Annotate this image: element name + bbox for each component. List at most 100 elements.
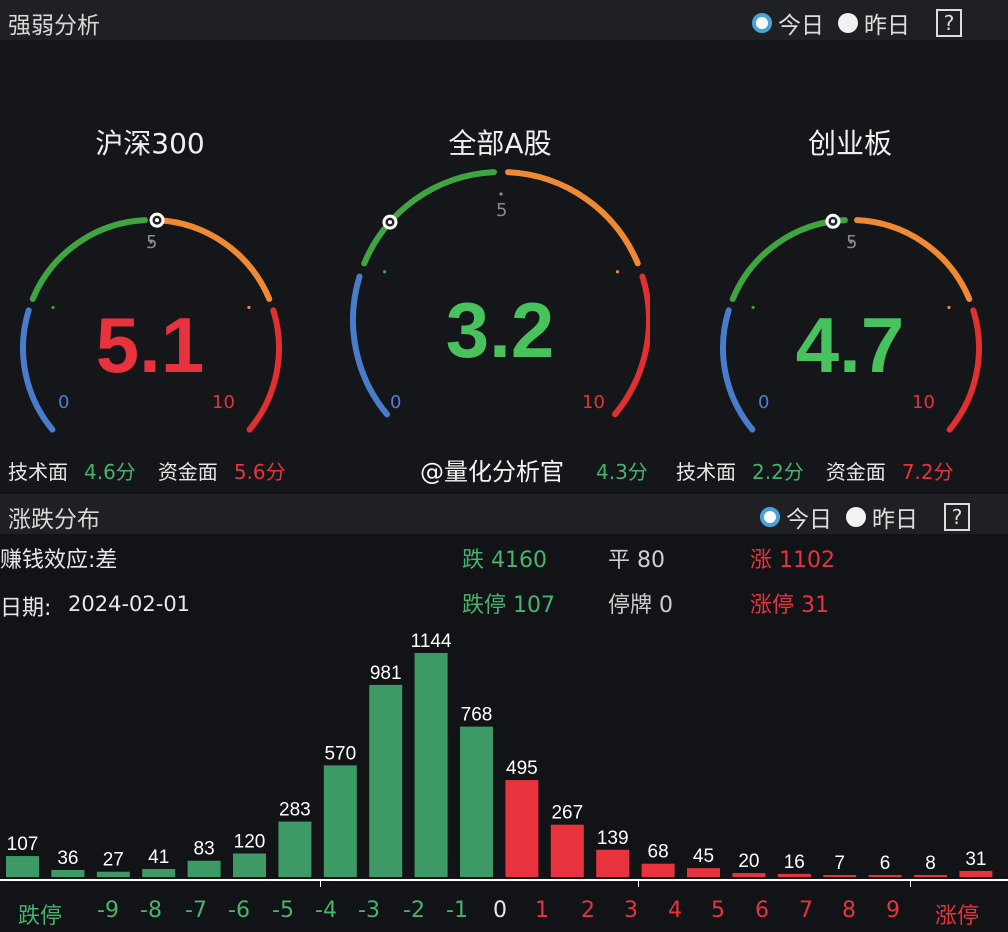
gauge-arc-green	[29, 217, 148, 303]
down-count: 跌 4160	[462, 548, 547, 573]
strength-period-selector: 今日 昨日 ?	[738, 6, 962, 40]
strength-title: 强弱分析	[8, 13, 100, 39]
hs300-scores: 技术面 4.6分 资金面 5.6分	[8, 456, 302, 485]
distribution-bar	[233, 853, 266, 877]
today-radio-label[interactable]: 今日	[786, 500, 832, 534]
distribution-bar	[959, 870, 993, 877]
distribution-bar	[278, 821, 312, 877]
x-axis-tick	[320, 879, 321, 887]
gauge-max-label: 10	[912, 392, 935, 413]
gauge-arc-orange	[504, 169, 641, 267]
tech-score: 2.2分	[752, 460, 804, 484]
distribution-period-selector: 今日 昨日 ?	[746, 500, 970, 534]
gauge-value: 5.1	[95, 301, 205, 389]
halted-count: 停牌 0	[608, 593, 673, 618]
distribution-bar	[414, 653, 448, 877]
all-a-scores: 4.3分	[596, 456, 664, 485]
fund-label: 资金面	[157, 460, 218, 484]
gauge-pointer-dot	[155, 218, 160, 223]
distribution-bar	[6, 856, 39, 877]
distribution-bar	[323, 765, 357, 877]
date-value: 2024-02-01	[68, 592, 191, 616]
help-icon[interactable]: ?	[936, 9, 962, 37]
limit-down-count: 跌停 107	[462, 593, 555, 618]
fund-score: 4.3分	[596, 460, 648, 484]
gauge-pointer-dot	[830, 219, 835, 224]
distribution-bar	[732, 873, 766, 877]
money-effect: 赚钱效应:差	[0, 548, 118, 573]
fund-score: 5.6分	[233, 460, 286, 484]
fund-score: 7.2分	[901, 460, 954, 484]
tech-score: 4.6分	[84, 460, 136, 484]
gauge-mid-label: 5	[146, 232, 158, 253]
distribution-bar	[187, 860, 221, 877]
distribution-bar	[823, 875, 857, 877]
distribution-bar	[460, 726, 493, 877]
gauge-max-label: 10	[582, 392, 605, 413]
bar-value-label: 16	[784, 852, 805, 873]
bar-value-label: 8	[925, 853, 936, 874]
yesterday-radio-label[interactable]: 昨日	[872, 500, 918, 534]
bar-value-label: 768	[461, 705, 493, 726]
fund-label: 资金面	[825, 460, 886, 484]
bar-value-label: 495	[506, 758, 538, 779]
gauge-tick-dot	[499, 192, 503, 196]
bar-value-label: 68	[648, 842, 669, 863]
flat-count: 平 80	[608, 548, 665, 573]
limit-up-count: 涨停 31	[750, 593, 829, 618]
yesterday-radio[interactable]	[846, 507, 866, 527]
gauge-tick-dot	[382, 270, 387, 274]
bar-value-label: 7	[834, 853, 845, 874]
distribution-bar	[51, 869, 85, 877]
gauge-min-label: 0	[58, 392, 70, 413]
gauge-pointer-dot	[387, 220, 392, 225]
gauge-min-label: 0	[758, 392, 770, 413]
gauge-arc-orange	[154, 217, 273, 303]
distribution-bar	[96, 871, 130, 877]
x-axis-label: 涨停	[934, 904, 979, 929]
distribution-bar	[868, 875, 902, 877]
x-axis	[0, 879, 1008, 881]
bar-value-label: 1144	[411, 631, 452, 652]
bar-value-label: 41	[148, 847, 169, 868]
today-radio[interactable]	[752, 13, 772, 33]
distribution-bar	[142, 868, 176, 877]
bar-value-label: 981	[370, 663, 402, 684]
distribution-bar	[505, 780, 539, 877]
x-axis-tick	[638, 879, 639, 887]
gauge-chinext: 创业板 4.7 5 0 10	[700, 110, 1000, 440]
bar-value-label: 27	[103, 850, 124, 871]
chinext-scores: 技术面 2.2分 资金面 7.2分	[676, 456, 970, 485]
today-radio[interactable]	[760, 507, 780, 527]
bar-value-label: 120	[234, 832, 266, 853]
distribution-bar	[687, 868, 720, 877]
tech-label: 技术面	[8, 460, 68, 484]
distribution-bar	[641, 863, 675, 877]
distribution-bar	[369, 684, 403, 877]
distribution-bar	[914, 875, 947, 877]
yesterday-radio-label[interactable]: 昨日	[864, 6, 910, 40]
bar-value-label: 267	[551, 803, 583, 824]
bar-value-label: 83	[194, 839, 215, 860]
bar-value-label: 139	[597, 828, 629, 849]
gauge-arc-green	[361, 169, 498, 267]
bar-value-label: 107	[7, 834, 39, 855]
gauge-all-a: 全部A股 3.2 5 0 10	[350, 110, 650, 440]
today-radio-label[interactable]: 今日	[778, 6, 824, 40]
x-axis-tick	[910, 879, 911, 887]
distribution-title: 涨跌分布	[8, 507, 100, 533]
watermark: @量化分析官	[420, 458, 564, 486]
bar-value-label: 36	[57, 848, 78, 869]
yesterday-radio[interactable]	[838, 13, 858, 33]
distribution-bar	[596, 849, 630, 877]
gauge-arc-green	[729, 217, 848, 303]
distribution-header: 涨跌分布 今日 昨日 ?	[0, 494, 1008, 534]
gauge-dial	[350, 169, 650, 418]
gauge-max-label: 10	[212, 392, 235, 413]
up-count: 涨 1102	[750, 548, 835, 573]
distribution-bar	[777, 873, 811, 877]
gauge-min-label: 0	[390, 392, 402, 413]
gauge-arc-orange	[854, 217, 973, 303]
help-icon[interactable]: ?	[944, 503, 970, 531]
distribution-bar	[550, 824, 584, 877]
